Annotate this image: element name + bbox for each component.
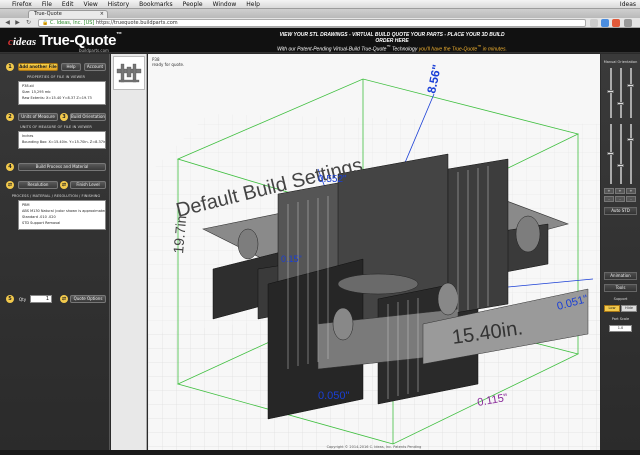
step-5-badge: 5 <box>6 295 14 303</box>
logo-subtext: buildparts.com <box>79 48 109 53</box>
units-title: UNITS OF MEASURE OF FILE IN VIEWER <box>20 125 92 129</box>
url-secure-label: C. Ideas, Inc. [US] <box>49 20 95 26</box>
logo-true-quote: True-Quote™ <box>39 32 122 49</box>
slider-z2-track[interactable] <box>630 124 632 184</box>
slider-x-thumb[interactable] <box>607 90 614 93</box>
lock-icon: 🔒 <box>42 20 49 26</box>
url-text: https://truequote.buildparts.com <box>95 20 178 26</box>
scene-svg[interactable]: Default Build Settings 8.56" 19.7in. 0.5… <box>148 54 600 450</box>
process-box: PBM ABS M130 Natural (color shown is app… <box>18 200 106 230</box>
reload-icon[interactable]: ↻ <box>24 19 33 27</box>
step-4-badge: 4 <box>6 163 14 171</box>
x-plus-button[interactable]: + <box>604 188 614 194</box>
quote-options-button[interactable]: Quote Options <box>70 295 106 303</box>
x-minus-button[interactable]: - <box>604 196 614 202</box>
step-4c-badge: ⇄ <box>60 181 68 189</box>
file-thumbnail-strip <box>111 54 147 450</box>
logo-ideas: cideas <box>8 36 37 48</box>
header-tagline: VIEW YOUR STL DRAWINGS - VIRTUAL BUILD Q… <box>272 32 512 53</box>
step-3-badge: 3 <box>60 113 68 121</box>
support-low-toggle[interactable]: Low <box>604 305 620 312</box>
step-6-badge: ⇄ <box>60 295 68 303</box>
menu-firefox[interactable]: Firefox <box>12 1 32 8</box>
url-input[interactable]: 🔒 C. Ideas, Inc. [US] https://truequote.… <box>38 19 586 27</box>
menu-history[interactable]: History <box>108 1 129 8</box>
browser-toolbar: ◀ ▶ ↻ 🔒 C. Ideas, Inc. [US] https://true… <box>0 18 640 28</box>
brand-logo[interactable]: cideas True-Quote™ buildparts.com <box>8 32 122 53</box>
y-minus-button[interactable]: - <box>615 196 625 202</box>
viewer-status-text: ready for quote. <box>152 62 185 67</box>
slider-x2-thumb[interactable] <box>607 152 614 155</box>
orientation-button[interactable]: Build Orientation <box>70 113 106 121</box>
right-control-panel: Manual Orientation + + + - - - Auto STD … <box>601 54 640 450</box>
user-menu[interactable]: Ideas <box>620 1 636 8</box>
units-button[interactable]: Units of Measure <box>18 113 58 121</box>
properties-title: PROPERTIES OF FILE IN VIEWER <box>26 75 86 79</box>
menu-window[interactable]: Window <box>213 1 237 8</box>
slider-z-track[interactable] <box>630 68 632 118</box>
viewer-status: P38 ready for quote. <box>152 57 184 67</box>
3d-viewport[interactable]: Default Build Settings 8.56" 19.7in. 0.5… <box>148 54 600 450</box>
extension-icon[interactable] <box>601 19 609 27</box>
help-button[interactable]: Help <box>61 63 81 71</box>
browser-tab[interactable]: True-Quote × <box>28 10 108 18</box>
qty-label: Qty <box>19 297 27 302</box>
browser-tabbar: True-Quote × <box>0 9 640 18</box>
menu-icon[interactable] <box>624 19 632 27</box>
app-header: cideas True-Quote™ buildparts.com VIEW Y… <box>0 28 640 53</box>
dim-label-2: 0.15" <box>281 254 302 264</box>
part-scale-input[interactable]: 1.0 <box>609 325 632 332</box>
z-plus-button[interactable]: + <box>626 188 636 194</box>
tab-close-icon[interactable]: × <box>100 11 104 18</box>
slider-x-track[interactable] <box>610 68 612 118</box>
process-button[interactable]: Build Process and Material <box>18 163 106 171</box>
bottom-bar <box>0 450 640 455</box>
step-4b-badge: ⇄ <box>6 181 14 189</box>
extension-icon-2[interactable] <box>612 19 620 27</box>
units-box: Inches Bounding Box: X=15.40in. Y=15.70i… <box>18 131 106 149</box>
z-minus-button[interactable]: - <box>626 196 636 202</box>
slider-y-thumb[interactable] <box>617 102 624 105</box>
left-control-panel: 1 Add another File Help Account PROPERTI… <box>0 54 110 450</box>
finish-button[interactable]: Finish Level <box>70 181 106 189</box>
resolution-button[interactable]: Resolution <box>18 181 58 189</box>
tools-button[interactable]: Tools <box>604 284 637 292</box>
tagline-line-1: VIEW YOUR STL DRAWINGS - VIRTUAL BUILD Q… <box>279 32 505 44</box>
dim-label-height: 8.56" <box>424 63 444 94</box>
file-thumbnail[interactable] <box>113 56 145 90</box>
add-file-button[interactable]: Add another File <box>18 63 58 71</box>
step-2-badge: 2 <box>6 113 14 121</box>
auto-std-button[interactable]: Auto STD <box>604 207 637 215</box>
menu-file[interactable]: File <box>42 1 52 8</box>
os-menubar: Firefox File Edit View History Bookmarks… <box>0 0 640 9</box>
star-icon[interactable] <box>590 19 598 27</box>
back-icon[interactable]: ◀ <box>3 19 12 27</box>
support-title: Support <box>613 297 628 301</box>
tab-title: True-Quote <box>34 11 62 17</box>
process-title: PROCESS / MATERIAL / RESOLUTION / FINISH… <box>11 194 101 198</box>
manual-orientation-title: Manual Orientation <box>603 60 638 64</box>
menu-people[interactable]: People <box>183 1 203 8</box>
tagline-line-2: With our Patent-Pending Virtual-Build Tr… <box>277 44 507 53</box>
animation-button[interactable]: Animation <box>604 272 637 280</box>
menu-edit[interactable]: Edit <box>62 1 74 8</box>
step-1-badge: 1 <box>6 63 14 71</box>
menu-view[interactable]: View <box>84 1 98 8</box>
dim-label-4: 0.050" <box>318 390 350 402</box>
menu-bookmarks[interactable]: Bookmarks <box>139 1 173 8</box>
slider-y-track[interactable] <box>620 68 622 118</box>
slider-y2-track[interactable] <box>620 124 622 184</box>
slider-z-thumb[interactable] <box>627 84 634 87</box>
part-scale-title: Part Scale <box>611 317 630 321</box>
menu-help[interactable]: Help <box>246 1 260 8</box>
slider-y2-thumb[interactable] <box>617 164 624 167</box>
properties-box: P38.stl Size: 15,295 mb Raw Extents: X=1… <box>18 81 106 105</box>
forward-icon[interactable]: ▶ <box>13 19 22 27</box>
support-hide-toggle[interactable]: Hide <box>621 305 637 312</box>
dim-label-1: 0.552" <box>318 174 347 185</box>
y-plus-button[interactable]: + <box>615 188 625 194</box>
account-button[interactable]: Account <box>84 63 106 71</box>
slider-z2-thumb[interactable] <box>627 138 634 141</box>
qty-input[interactable]: 1 <box>30 295 52 303</box>
